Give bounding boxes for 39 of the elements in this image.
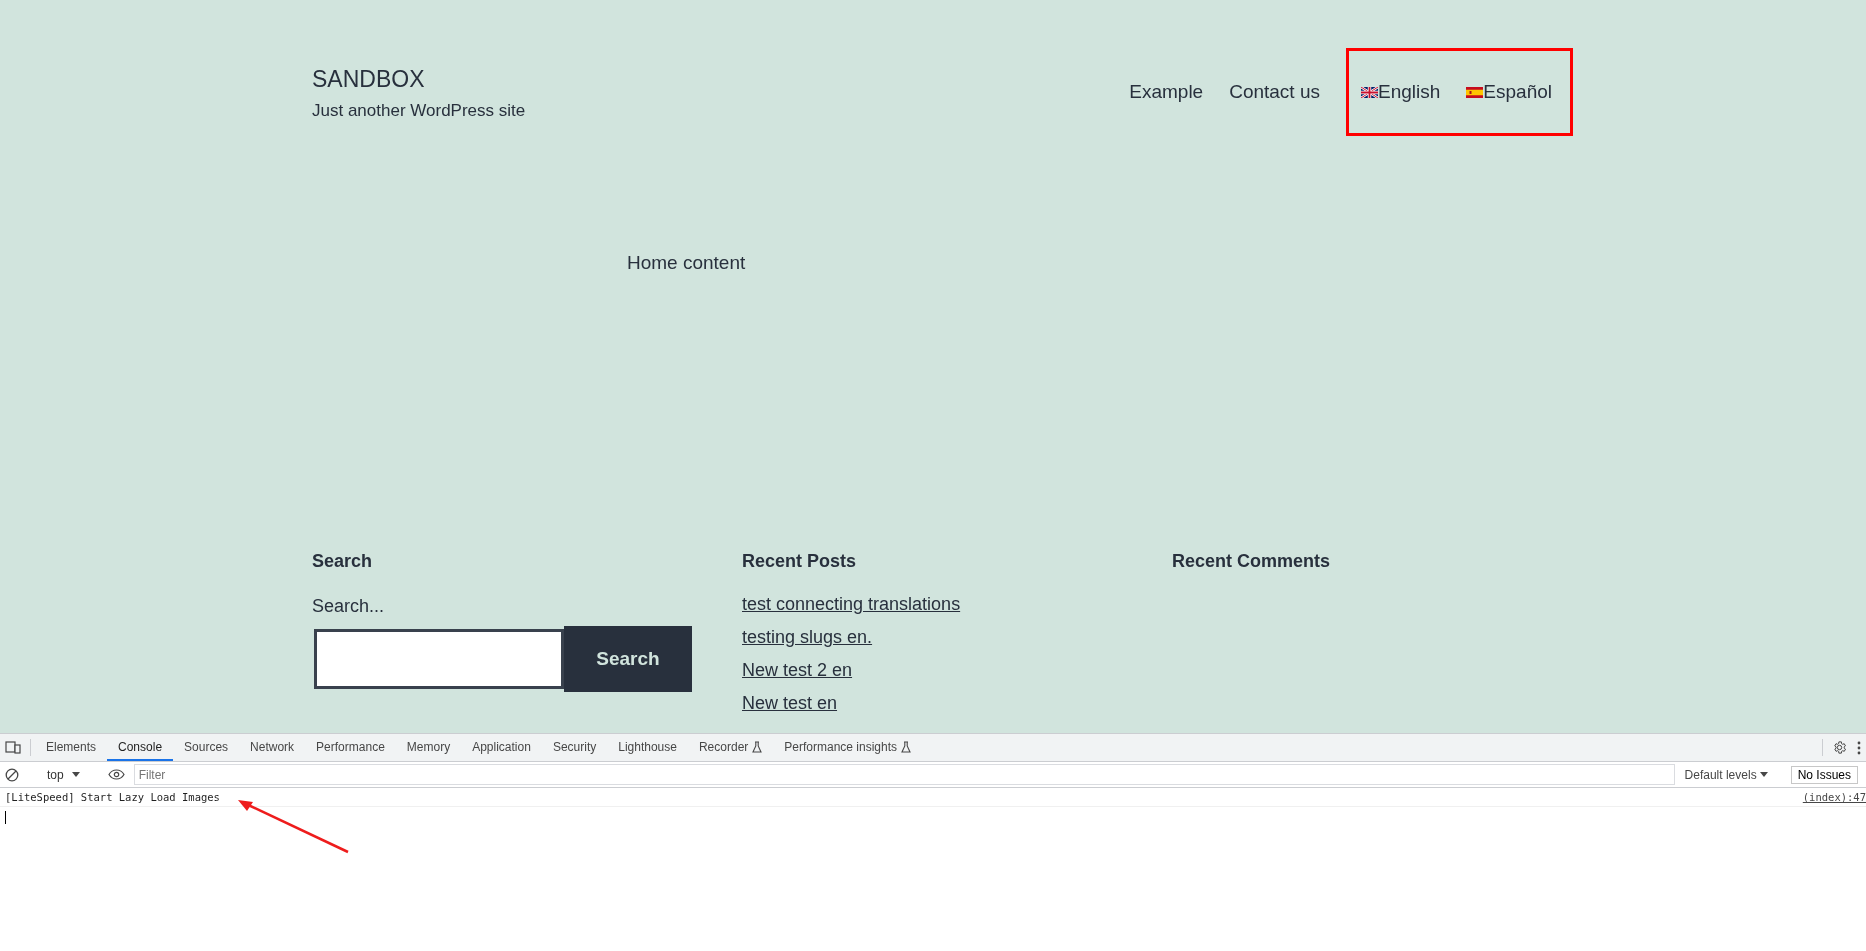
search-field[interactable]: [314, 629, 564, 689]
post-link[interactable]: New test en: [742, 693, 838, 714]
issues-button[interactable]: No Issues: [1790, 765, 1858, 784]
caret-icon: [71, 772, 80, 777]
console-message: [LiteSpeed] Start Lazy Load Images: [5, 791, 220, 803]
devtools-tab[interactable]: Security: [541, 734, 608, 761]
devtools-tab[interactable]: Performance: [305, 734, 396, 761]
nav-link[interactable]: Example: [1129, 81, 1204, 103]
devtools-tab[interactable]: Memory: [395, 734, 462, 761]
context-dropdown[interactable]: top: [41, 766, 86, 783]
page-content: Home content: [627, 252, 747, 274]
search-label: Search...: [312, 596, 386, 617]
widget-heading: Recent Comments: [1172, 551, 1332, 572]
language-link[interactable]: English: [1361, 81, 1441, 103]
site-tagline: Just another WordPress site: [312, 101, 526, 121]
devtools-tab[interactable]: Console: [107, 734, 174, 761]
flag-icon: [1466, 86, 1484, 98]
post-link[interactable]: New test 2 en: [742, 660, 853, 681]
widget-heading: Search: [312, 551, 374, 572]
devtools-tab[interactable]: Performance insights: [773, 734, 923, 761]
devtools-tab[interactable]: Elements: [35, 734, 108, 761]
flag-icon: [1361, 86, 1378, 98]
devtools-tab[interactable]: Sources: [173, 734, 240, 761]
nav-link[interactable]: Contact us: [1229, 81, 1320, 103]
caret-icon: [1759, 772, 1768, 777]
devtools-tab[interactable]: Recorder: [687, 734, 774, 761]
post-link[interactable]: test connecting translations: [742, 594, 961, 615]
search-button[interactable]: Search: [564, 626, 692, 692]
widget-heading: Recent Posts: [742, 551, 858, 572]
post-link[interactable]: testing slugs en.: [742, 627, 873, 648]
site-title[interactable]: SANDBOX: [312, 66, 526, 93]
devtools-tab[interactable]: Network: [239, 734, 306, 761]
levels-dropdown[interactable]: Default levels: [1678, 766, 1774, 783]
source-link[interactable]: (index):47: [1802, 791, 1866, 803]
devtools-tab[interactable]: Lighthouse: [607, 734, 688, 761]
filter-field[interactable]: Filter: [133, 764, 1675, 785]
language-link[interactable]: Español: [1466, 81, 1552, 103]
devtools-tab[interactable]: Application: [461, 734, 542, 761]
text-cursor: [5, 811, 6, 824]
